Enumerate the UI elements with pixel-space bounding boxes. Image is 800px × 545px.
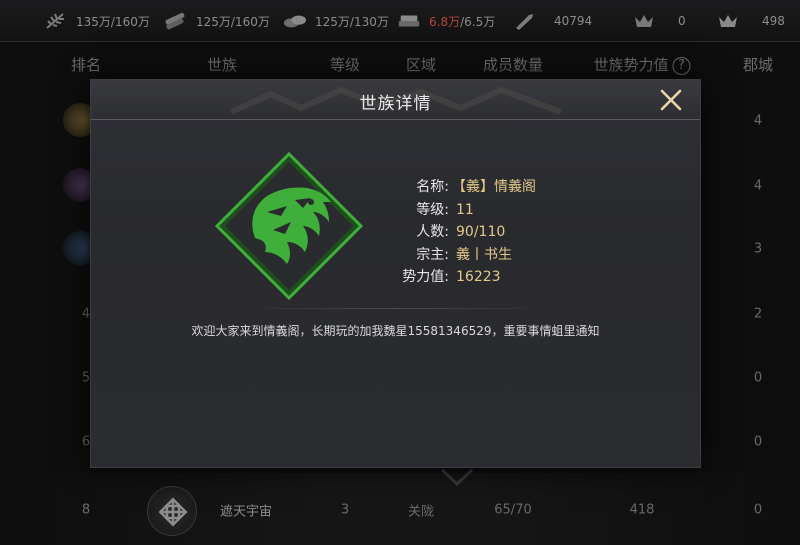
rank-cell: 4 <box>81 306 91 322</box>
resource-wood[interactable]: 125万/160万 <box>164 0 270 42</box>
header-clan[interactable]: 世族 <box>207 54 237 75</box>
clan-leader-value[interactable]: 義丨书生 <box>456 244 512 267</box>
cities-cell: 3 <box>753 241 763 257</box>
resource-value: 135万/160万 <box>76 14 150 29</box>
clan-name-value: 【義】情義阁 <box>452 179 536 195</box>
cities-cell: 0 <box>753 502 763 518</box>
cities-cell: 4 <box>753 178 763 194</box>
iron-icon <box>397 12 421 30</box>
gold-crown-icon <box>716 12 740 30</box>
resource-value: 0 <box>678 14 686 28</box>
header-rank[interactable]: 排名 <box>71 54 101 75</box>
rank-cell: 5 <box>81 370 91 386</box>
divider <box>241 308 551 309</box>
name-label: 名称: <box>416 179 449 195</box>
resource-iron[interactable]: 6.8万/6.5万 <box>397 0 495 42</box>
clan-emblem-icon <box>147 486 197 536</box>
blade-icon <box>512 12 536 30</box>
close-icon <box>660 89 682 111</box>
rank-cell: 8 <box>81 502 91 518</box>
level-label: 等级: <box>416 201 449 218</box>
header-members[interactable]: 成员数量 <box>483 54 543 75</box>
clan-name-cell[interactable]: 遮天宇宙 <box>220 501 272 520</box>
resource-crown[interactable]: 0 <box>632 0 686 42</box>
cities-cell: 0 <box>753 370 763 386</box>
resource-value: 125万/160万 <box>196 14 270 29</box>
dialog-header: 世族详情 <box>91 80 700 120</box>
power-cell: 418 <box>629 502 655 518</box>
dialog-title: 世族详情 <box>359 94 432 114</box>
clan-members-value: 90/110 <box>456 224 506 240</box>
clan-announcement: 欢迎大家来到情義阁，长期玩的加我魏星15581346529，重要事情蛆里通知 <box>191 324 600 338</box>
resource-value: 498 <box>762 14 785 28</box>
header-level[interactable]: 等级 <box>330 54 360 75</box>
feather-icon <box>44 12 68 30</box>
cities-cell: 4 <box>753 113 763 129</box>
resource-value-cap: /6.5万 <box>460 14 496 29</box>
table-row[interactable] <box>0 473 800 545</box>
clan-level-value: 11 <box>456 201 474 218</box>
header-power[interactable]: 世族势力值? <box>593 54 691 75</box>
resource-value-over: 6.8万 <box>429 14 461 29</box>
resource-bar: 135万/160万 125万/160万 125万/130万 6.8万/6.5万 … <box>0 0 800 42</box>
power-label: 势力值: <box>402 269 449 285</box>
header-region[interactable]: 区域 <box>406 54 436 75</box>
resource-value: 125万/130万 <box>315 14 389 29</box>
region-cell: 关陇 <box>407 504 435 520</box>
cities-cell: 0 <box>753 434 763 450</box>
rank-cell: 6 <box>81 434 91 450</box>
clan-details-dialog: 世族详情 名称: 等级: 人数: 宗主: 势力值: 【義】情義阁 11 90/1… <box>90 79 701 468</box>
resource-stone[interactable]: 125万/130万 <box>283 0 389 42</box>
header-power-label: 世族势力值 <box>593 56 669 74</box>
clan-tiger-emblem-icon <box>215 152 363 300</box>
row-highlight-marker-icon <box>440 468 474 486</box>
clan-table-header: 排名 世族 等级 区域 成员数量 世族势力值? 郡城 <box>0 54 800 82</box>
resource-value: 40794 <box>554 14 593 28</box>
wood-icon <box>164 12 188 30</box>
header-cities[interactable]: 郡城 <box>743 54 773 75</box>
cities-cell: 2 <box>753 306 763 322</box>
members-label: 人数: <box>416 224 449 240</box>
crown-icon <box>632 12 656 30</box>
resource-feather[interactable]: 135万/160万 <box>44 0 150 42</box>
close-button[interactable] <box>657 86 685 114</box>
leader-label: 宗主: <box>416 246 449 263</box>
level-cell: 3 <box>340 502 350 518</box>
resource-gold-crown[interactable]: 498 <box>716 0 785 42</box>
clan-power-value: 16223 <box>456 269 501 285</box>
resource-blade[interactable]: 40794 <box>512 0 592 42</box>
stone-icon <box>283 12 307 30</box>
members-cell: 65/70 <box>494 502 532 518</box>
help-icon[interactable]: ? <box>672 57 691 75</box>
